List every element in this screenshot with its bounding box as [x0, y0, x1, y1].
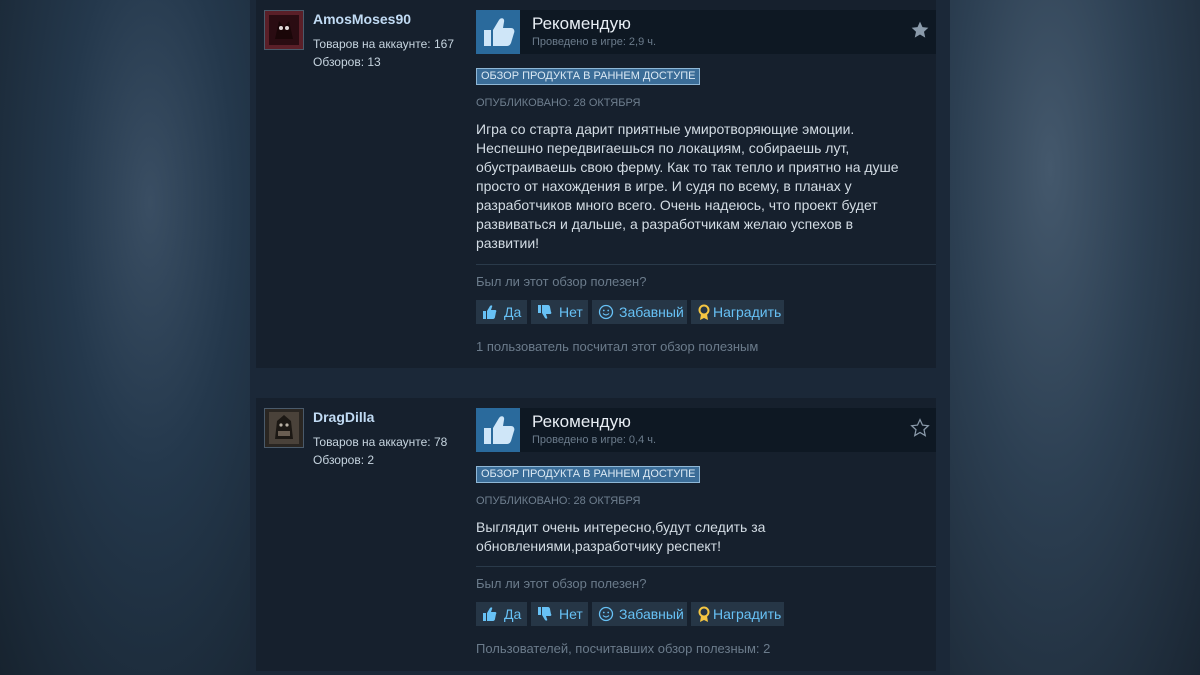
thumbs-up-icon — [476, 10, 520, 54]
products-count: Товаров на аккаунте: 78 — [313, 435, 448, 449]
vote-header[interactable]: Рекомендую Проведено в игре: 2,9 ч. — [476, 10, 936, 54]
avatar[interactable] — [264, 408, 304, 448]
playtime: Проведено в игре: 0,4 ч. — [532, 434, 657, 446]
background-left — [0, 0, 250, 675]
thumbs-up-icon — [476, 408, 520, 452]
award-label: Наградить — [713, 304, 782, 320]
verdict-title: Рекомендую — [532, 412, 631, 431]
author-name[interactable]: AmosMoses90 — [313, 11, 411, 27]
background-right — [950, 0, 1200, 675]
reviews-count[interactable]: Обзоров: 13 — [313, 55, 381, 69]
vote-no-button[interactable]: Нет — [531, 602, 588, 626]
posted-date: ОПУБЛИКОВАНО: 28 ОКТЯБРЯ — [476, 97, 641, 109]
vote-header[interactable]: Рекомендую Проведено в игре: 0,4 ч. — [476, 408, 936, 452]
vote-funny-label: Забавный — [619, 606, 684, 622]
helpful-count: 1 пользователь посчитал этот обзор полез… — [476, 339, 759, 354]
review-text: Выглядит очень интересно,будут следить з… — [476, 519, 766, 554]
playtime: Проведено в игре: 2,9 ч. — [532, 36, 657, 48]
star-icon[interactable] — [910, 418, 930, 438]
award-label: Наградить — [713, 606, 782, 622]
divider — [476, 566, 936, 567]
vote-yes-label: Да — [504, 304, 522, 320]
award-button[interactable]: Наградить — [691, 602, 784, 626]
star-icon[interactable] — [910, 20, 930, 40]
vote-yes-button[interactable]: Да — [476, 602, 527, 626]
products-count: Товаров на аккаунте: 167 — [313, 37, 454, 51]
early-access-badge: ОБЗОР ПРОДУКТА В РАННЕМ ДОСТУПЕ — [476, 68, 701, 85]
verdict-title: Рекомендую — [532, 14, 631, 33]
vote-no-label: Нет — [559, 304, 583, 320]
award-button[interactable]: Наградить — [691, 300, 784, 324]
avatar[interactable] — [264, 10, 304, 50]
thumbs-up-icon — [483, 607, 497, 621]
smiley-icon — [598, 304, 614, 320]
vote-yes-label: Да — [504, 606, 522, 622]
divider — [476, 264, 936, 265]
helpful-question: Был ли этот обзор полезен? — [476, 576, 647, 591]
thumbs-down-icon — [538, 607, 552, 621]
vote-yes-button[interactable]: Да — [476, 300, 527, 324]
vote-funny-button[interactable]: Забавный — [592, 300, 687, 324]
award-ribbon-icon — [698, 606, 710, 622]
reviews-column: AmosMoses90 Товаров на аккаунте: 167 Обз… — [250, 0, 950, 675]
vote-funny-label: Забавный — [619, 304, 684, 320]
vote-no-button[interactable]: Нет — [531, 300, 588, 324]
reviews-count[interactable]: Обзоров: 2 — [313, 453, 374, 467]
thumbs-down-icon — [538, 305, 552, 319]
early-access-badge: ОБЗОР ПРОДУКТА В РАННЕМ ДОСТУПЕ — [476, 466, 701, 483]
vote-funny-button[interactable]: Забавный — [592, 602, 687, 626]
review-card: AmosMoses90 Товаров на аккаунте: 167 Обз… — [256, 0, 936, 368]
posted-date: ОПУБЛИКОВАНО: 28 ОКТЯБРЯ — [476, 495, 641, 507]
smiley-icon — [598, 606, 614, 622]
helpful-count: Пользователей, посчитавших обзор полезны… — [476, 641, 771, 656]
author-name[interactable]: DragDilla — [313, 409, 374, 425]
helpful-question: Был ли этот обзор полезен? — [476, 274, 647, 289]
award-ribbon-icon — [698, 304, 710, 320]
review-text: Игра со старта дарит приятные умиротворя… — [476, 121, 899, 251]
review-card: DragDilla Товаров на аккаунте: 78 Обзоро… — [256, 398, 936, 671]
vote-no-label: Нет — [559, 606, 583, 622]
thumbs-up-icon — [483, 305, 497, 319]
